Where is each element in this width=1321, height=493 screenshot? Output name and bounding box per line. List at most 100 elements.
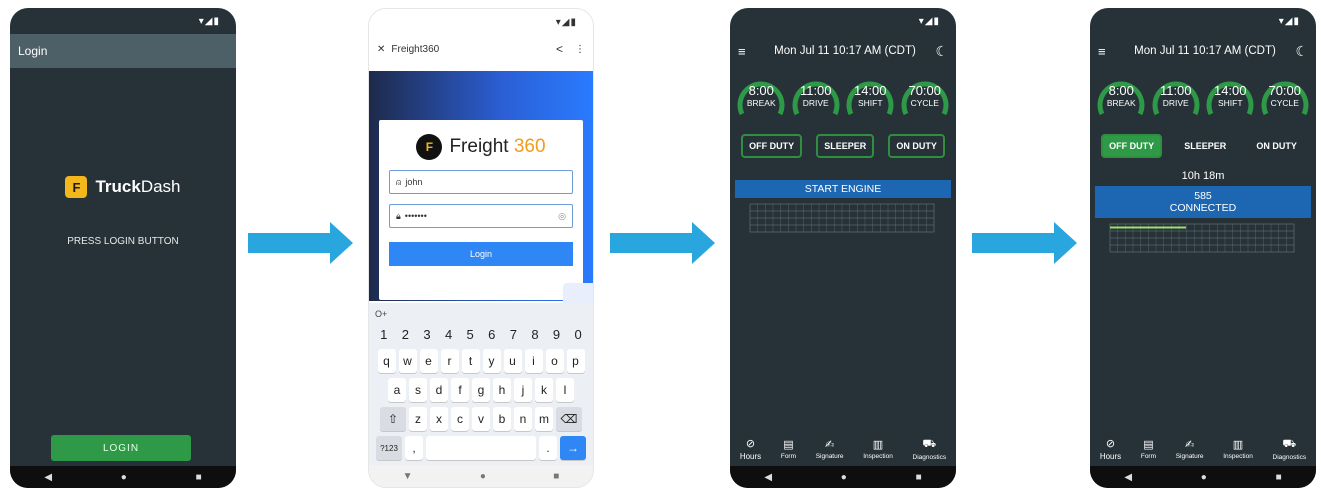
status-icons: ▾◢▮	[1278, 15, 1300, 27]
username-field[interactable]: ⍝ john	[389, 170, 573, 194]
key-d[interactable]: d	[430, 378, 448, 402]
key-i[interactable]: i	[524, 349, 543, 373]
key-y[interactable]: y	[482, 349, 501, 373]
key-9[interactable]: 9	[553, 327, 560, 342]
bottom-nav: ⊘ Hours ▤ Form ✍ Signature ▥ Inspection ⛟ Dia…	[730, 432, 956, 466]
enter-key[interactable]: →	[560, 436, 586, 460]
nav-hours[interactable]: ⊘ Hours	[740, 437, 761, 461]
key-r[interactable]: r	[440, 349, 459, 373]
nav-signature[interactable]: ✍ Signature	[816, 438, 844, 460]
key-n[interactable]: n	[514, 407, 532, 431]
period-key[interactable]: .	[539, 436, 557, 460]
menu-icon[interactable]: ≡	[738, 44, 762, 59]
recent-apps-icon[interactable]: ■	[553, 471, 559, 482]
key-3[interactable]: 3	[423, 327, 430, 342]
eye-icon[interactable]: ◎	[558, 211, 566, 222]
connection-status: CONNECTED	[1169, 202, 1237, 214]
key-v[interactable]: v	[472, 407, 490, 431]
password-field[interactable]: 🔒︎ ••••••• ◎	[389, 204, 573, 228]
back-icon[interactable]: ▼	[403, 471, 413, 482]
start-engine-button[interactable]: START ENGINE	[735, 180, 951, 198]
on-duty-button[interactable]: ON DUTY	[1248, 134, 1305, 158]
on-duty-button[interactable]: ON DUTY	[888, 134, 945, 158]
shift-key[interactable]: ⇧	[380, 407, 406, 431]
connection-status-bar[interactable]: 585 CONNECTED	[1095, 186, 1311, 218]
recent-apps-icon[interactable]: ■	[916, 472, 922, 483]
nav-inspection[interactable]: ▥ Inspection	[863, 438, 893, 460]
phone-screen-login: ▾◢▮ Login F TruckDash PRESS LOGIN BUTTON…	[10, 8, 236, 488]
nav-signature[interactable]: ✍ Signature	[1176, 438, 1204, 460]
soft-keyboard: O+ 1234567890 qwertyuiop asdfghjkl ⇧ zxc…	[369, 303, 593, 465]
key-o[interactable]: o	[545, 349, 564, 373]
key-c[interactable]: c	[451, 407, 469, 431]
close-icon[interactable]: ✕	[377, 44, 385, 55]
backspace-key[interactable]: ⌫	[556, 407, 582, 431]
off-duty-button[interactable]: OFF DUTY	[1101, 134, 1163, 158]
gauge-label: SHIFT	[857, 98, 883, 108]
hos-log-grid	[749, 203, 935, 233]
login-button[interactable]: LOGIN	[51, 435, 191, 461]
key-q[interactable]: q	[377, 349, 396, 373]
nav-form[interactable]: ▤ Form	[1141, 438, 1156, 460]
key-icon[interactable]: O+	[369, 303, 593, 325]
key-h[interactable]: h	[493, 378, 511, 402]
status-bar: ▾◢▮	[369, 9, 593, 35]
more-icon[interactable]: ⋮	[575, 44, 585, 55]
gauge-cycle: 70:00 CYCLE	[900, 74, 950, 120]
key-t[interactable]: t	[461, 349, 480, 373]
back-icon[interactable]: ◀	[1124, 472, 1132, 483]
key-w[interactable]: w	[398, 349, 417, 373]
key-u[interactable]: u	[503, 349, 522, 373]
nav-form[interactable]: ▤ Form	[781, 438, 796, 460]
back-icon[interactable]: ◀	[44, 472, 52, 483]
key-j[interactable]: j	[514, 378, 532, 402]
sleeper-button[interactable]: SLEEPER	[816, 134, 875, 158]
sleeper-button[interactable]: SLEEPER	[1176, 134, 1234, 158]
key-4[interactable]: 4	[445, 327, 452, 342]
key-5[interactable]: 5	[467, 327, 474, 342]
freight-login-button[interactable]: Login	[389, 242, 573, 266]
nav-hours[interactable]: ⊘ Hours	[1100, 437, 1121, 461]
recent-apps-icon[interactable]: ■	[1276, 472, 1282, 483]
key-e[interactable]: e	[419, 349, 438, 373]
moon-icon[interactable]: ☾	[928, 43, 948, 60]
comma-key[interactable]: ,	[405, 436, 423, 460]
nav-inspection[interactable]: ▥ Inspection	[1223, 438, 1253, 460]
keyboard-row-2: asdfghjkl	[369, 378, 593, 402]
key-m[interactable]: m	[535, 407, 553, 431]
key-8[interactable]: 8	[531, 327, 538, 342]
key-a[interactable]: a	[388, 378, 406, 402]
key-2[interactable]: 2	[402, 327, 409, 342]
symbols-key[interactable]: ?123	[376, 436, 402, 460]
key-7[interactable]: 7	[510, 327, 517, 342]
phone-screen-freight360: ▾◢▮ ✕ Freight360 < ⋮ F Freight 360 ⍝ joh…	[368, 8, 594, 488]
key-b[interactable]: b	[493, 407, 511, 431]
space-key[interactable]	[426, 436, 536, 460]
menu-icon[interactable]: ≡	[1098, 44, 1122, 59]
recent-apps-icon[interactable]: ■	[196, 472, 202, 483]
key-k[interactable]: k	[535, 378, 553, 402]
gauge-value: 70:00	[1268, 83, 1302, 98]
key-f[interactable]: f	[451, 378, 469, 402]
key-l[interactable]: l	[556, 378, 574, 402]
logo-text-light: Dash	[140, 177, 181, 196]
key-6[interactable]: 6	[488, 327, 495, 342]
key-s[interactable]: s	[409, 378, 427, 402]
off-duty-button[interactable]: OFF DUTY	[741, 134, 803, 158]
key-x[interactable]: x	[430, 407, 448, 431]
home-icon[interactable]: ●	[121, 472, 127, 483]
truckdash-logo: F TruckDash	[10, 176, 236, 198]
nav-diagnostics[interactable]: ⛟ Diagnostics	[1273, 438, 1307, 461]
share-icon[interactable]: <	[556, 42, 563, 56]
key-g[interactable]: g	[472, 378, 490, 402]
key-z[interactable]: z	[409, 407, 427, 431]
home-icon[interactable]: ●	[1201, 472, 1207, 483]
home-icon[interactable]: ●	[480, 471, 486, 482]
nav-diagnostics[interactable]: ⛟ Diagnostics	[913, 438, 947, 461]
key-p[interactable]: p	[566, 349, 585, 373]
home-icon[interactable]: ●	[841, 472, 847, 483]
key-0[interactable]: 0	[575, 327, 582, 342]
moon-icon[interactable]: ☾	[1288, 43, 1308, 60]
key-1[interactable]: 1	[380, 327, 387, 342]
back-icon[interactable]: ◀	[764, 472, 772, 483]
